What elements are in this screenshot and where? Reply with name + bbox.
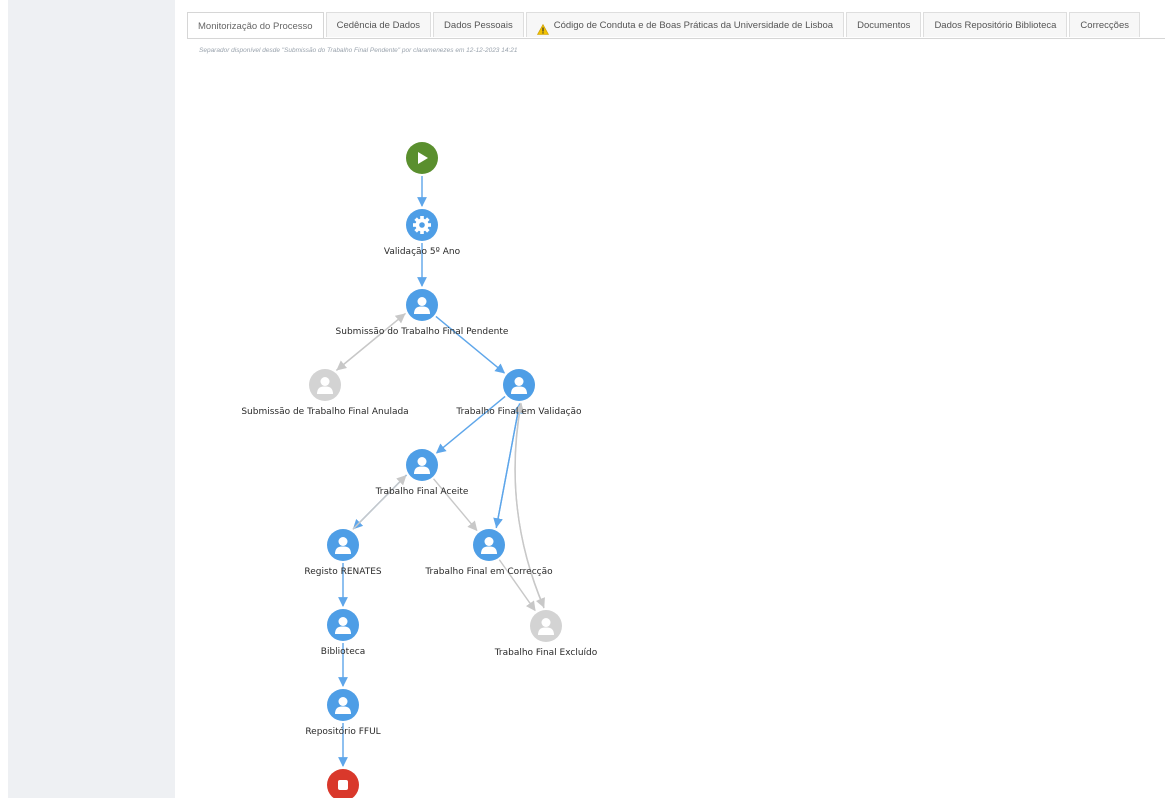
node-submissao[interactable]: Submissão do Trabalho Final Pendente (336, 289, 509, 337)
node-start[interactable] (406, 142, 438, 174)
node-renates[interactable]: Registo RENATES (304, 529, 382, 577)
node-anulada[interactable]: Submissão de Trabalho Final Anulada (241, 369, 409, 417)
node-aceite[interactable]: Trabalho Final Aceite (375, 449, 469, 497)
node-repositorio[interactable]: Repositório FFUL (305, 689, 381, 737)
node-excluido[interactable]: Trabalho Final Excluído (494, 610, 598, 658)
node-label: Validação 5º Ano (384, 247, 461, 257)
edge-renates-to-aceite (352, 475, 407, 530)
node-validacao[interactable]: Validação 5º Ano (384, 209, 461, 257)
node-label: Repositório FFUL (305, 726, 380, 737)
node-label: Trabalho Final Excluído (494, 648, 598, 658)
node-label: Submissão de Trabalho Final Anulada (241, 407, 408, 417)
node-label: Trabalho Final Aceite (375, 487, 469, 497)
node-label: Trabalho Final em Validação (455, 407, 582, 417)
stop-icon (338, 780, 348, 790)
edge-excluido-to-validacao_final (514, 402, 545, 609)
node-label: Biblioteca (321, 647, 365, 657)
gear-icon (413, 216, 431, 234)
edge-anulada-to-submissao (335, 313, 406, 372)
edge-validacao_final-to-aceite (435, 395, 506, 454)
node-label: Trabalho Final em Correcção (424, 567, 553, 577)
edge-submissao-to-validacao_final (435, 315, 506, 374)
node-end[interactable] (327, 769, 359, 798)
node-label: Registo RENATES (304, 567, 381, 577)
process-workflow-diagram: Validação 5º Ano Submissão do Trabalho Fi… (241, 142, 598, 798)
node-validacao_final[interactable]: Trabalho Final em Validação (455, 369, 582, 417)
node-label: Submissão do Trabalho Final Pendente (336, 327, 509, 337)
node-correccao[interactable]: Trabalho Final em Correcção (424, 529, 553, 577)
edge-correccao-to-validacao_final (495, 403, 523, 529)
node-biblioteca[interactable]: Biblioteca (321, 609, 365, 657)
